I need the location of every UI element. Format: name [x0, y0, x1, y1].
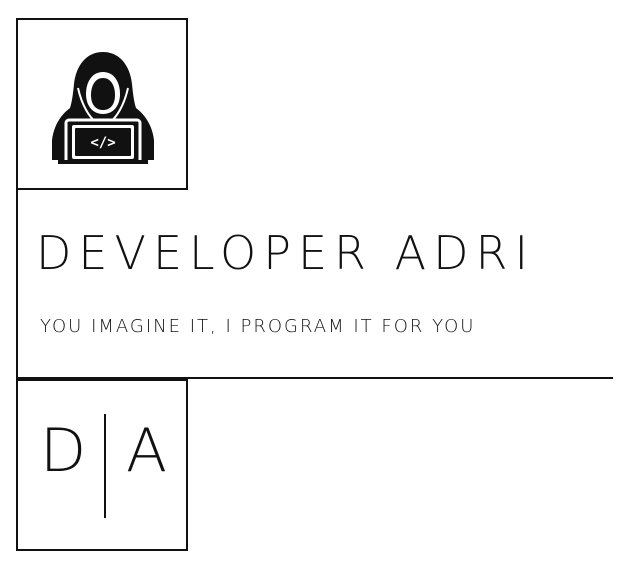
initial-a: A — [126, 416, 168, 486]
initials-box: D A — [16, 379, 188, 551]
code-symbol: </> — [90, 135, 115, 151]
left-border-line — [16, 188, 18, 380]
initials-separator — [104, 414, 106, 518]
logo-box: </> — [16, 18, 188, 190]
initial-d: D — [40, 416, 87, 486]
brand-tagline: YOU IMAGINE IT, I PROGRAM IT FOR YOU — [40, 316, 476, 337]
hooded-hacker-laptop-icon: </> — [52, 52, 154, 164]
brand-title: DEVELOPER ADRI — [36, 226, 536, 280]
